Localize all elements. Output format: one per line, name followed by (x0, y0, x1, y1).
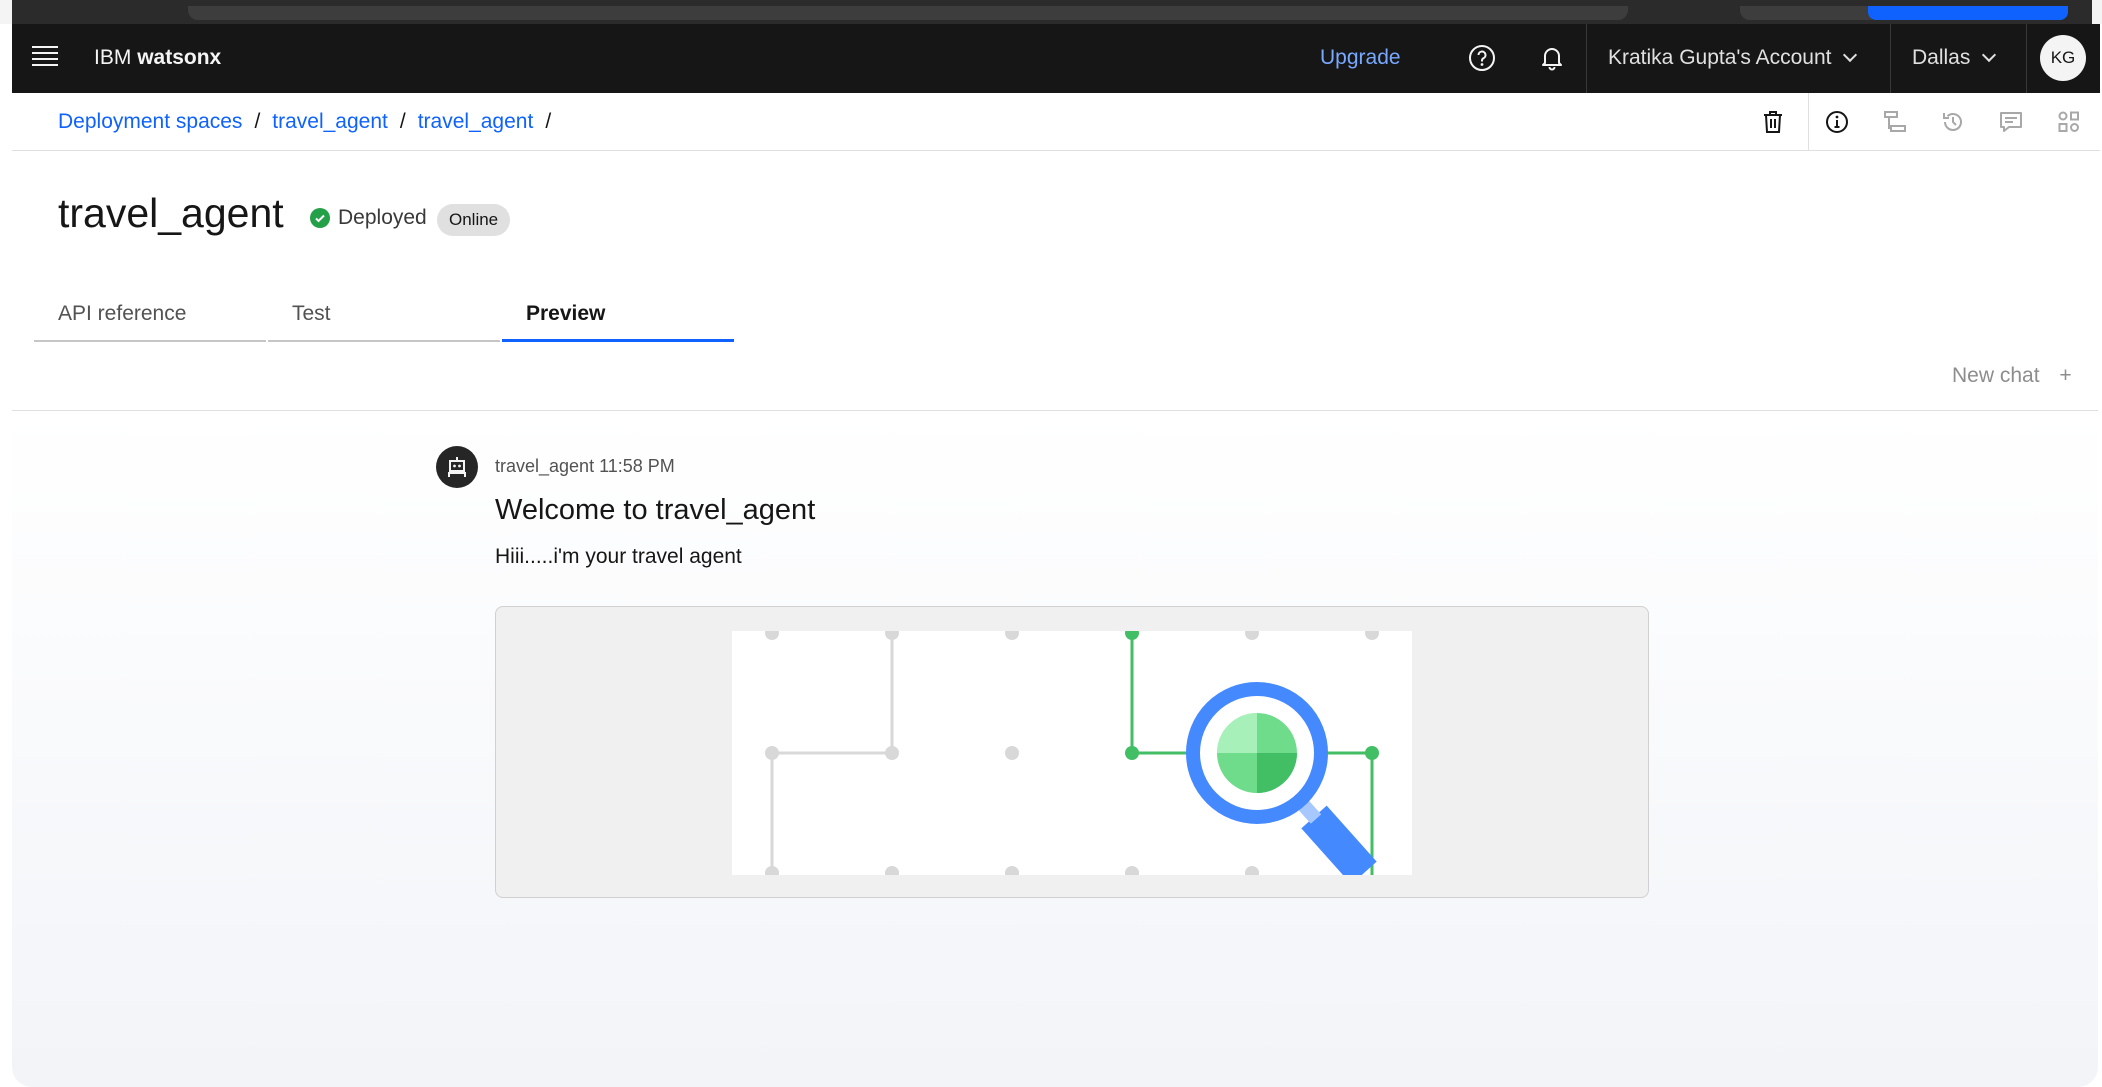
help-icon[interactable] (1466, 42, 1498, 74)
hamburger-menu-icon[interactable] (32, 46, 58, 68)
welcome-illustration-card (495, 606, 1649, 898)
status-badge: Online (437, 204, 511, 236)
bot-avatar-icon (436, 446, 478, 488)
deployment-status: Deployed (310, 206, 427, 230)
history-icon[interactable] (1938, 107, 1968, 137)
add-icon: + (2059, 364, 2072, 387)
account-switcher[interactable]: Kratika Gupta's Account (1608, 46, 1858, 70)
region-switcher[interactable]: Dallas (1912, 46, 1997, 70)
page-title: travel_agent (58, 190, 284, 236)
apps-icon[interactable] (2054, 107, 2084, 137)
breadcrumb-deployment-spaces[interactable]: Deployment spaces (58, 110, 242, 134)
welcome-message: Hiii.....i'm your travel agent (495, 545, 742, 568)
deployment-structure-icon[interactable] (1880, 107, 1910, 137)
tab-test[interactable]: Test (268, 296, 500, 342)
upgrade-link[interactable]: Upgrade (1320, 46, 1401, 70)
trash-icon[interactable] (1758, 107, 1788, 137)
search-illustration (732, 631, 1412, 875)
breadcrumb-deployment[interactable]: travel_agent (418, 110, 534, 134)
user-avatar[interactable]: KG (2040, 35, 2086, 81)
checkmark-icon (310, 208, 330, 228)
brand-logo[interactable]: IBM watsonx (94, 46, 221, 70)
breadcrumb-space[interactable]: travel_agent (272, 110, 388, 134)
notification-bell-icon[interactable] (1536, 42, 1568, 74)
comment-icon[interactable] (1996, 107, 2026, 137)
tab-api-reference[interactable]: API reference (34, 296, 266, 342)
tab-list: API reference Test Preview (34, 296, 736, 342)
welcome-title: Welcome to travel_agent (495, 494, 816, 526)
breadcrumb: Deployment spaces / travel_agent / trave… (58, 110, 552, 134)
message-meta: travel_agent 11:58 PM (495, 456, 675, 476)
info-icon[interactable] (1822, 107, 1852, 137)
top-header: IBM watsonx Upgrade Kratika Gupta's Acco… (12, 24, 2100, 93)
tab-preview[interactable]: Preview (502, 296, 734, 342)
breadcrumb-toolbar: Deployment spaces / travel_agent / trave… (12, 93, 2100, 151)
chevron-down-icon (1843, 47, 1858, 63)
browser-chrome (0, 0, 2102, 24)
new-chat-button[interactable]: New chat + (1952, 364, 2072, 388)
chevron-down-icon (1982, 47, 1997, 63)
